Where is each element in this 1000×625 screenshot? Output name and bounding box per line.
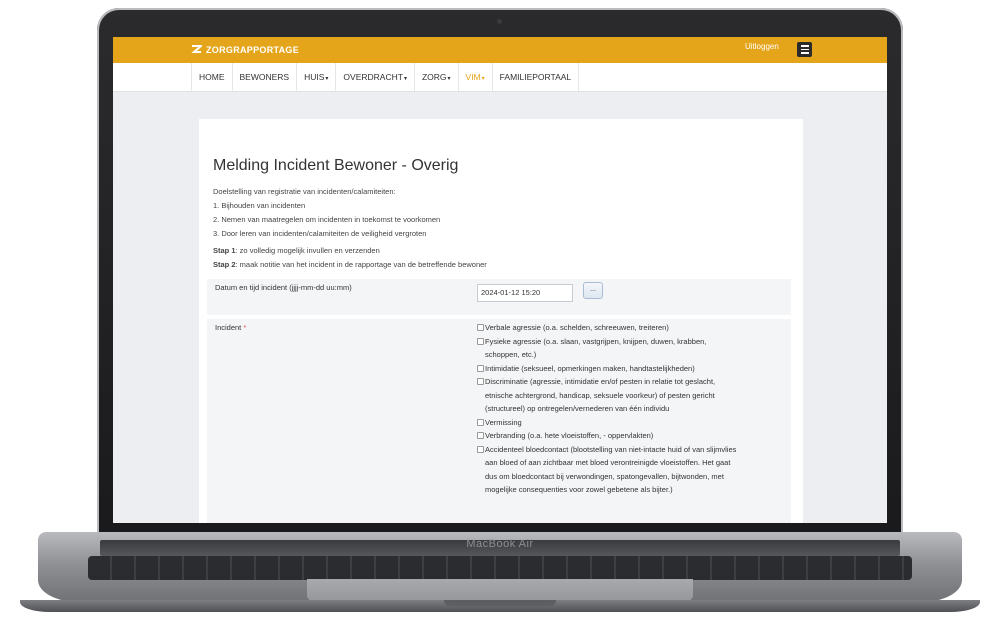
date-input[interactable]: 2024-01-12 15:20 [477, 284, 573, 302]
incident-option-label: Discriminatie (agressie, intimidatie en/… [485, 377, 716, 413]
caret-down-icon: ▾ [325, 76, 329, 82]
step-line: Stap 1: zo volledig mogelijk invullen en… [213, 244, 487, 258]
date-label: Datum en tijd incident (jjjj-mm-dd uu:mm… [215, 283, 352, 292]
incident-checkbox[interactable] [477, 337, 484, 345]
page-title: Melding Incident Bewoner - Overig [213, 157, 459, 174]
caret-down-icon: ▾ [447, 76, 451, 82]
incident-options: Verbale agressie (o.a. schelden, schreeu… [477, 321, 737, 497]
intro-line: Doelstelling van registratie van inciden… [213, 187, 396, 196]
incident-option: Accidenteel bloedcontact (blootstelling … [477, 443, 737, 497]
keyboard [88, 556, 912, 580]
nav-item-label: HOME [199, 72, 225, 82]
incident-option-label: Fysieke agressie (o.a. slaan, vastgrijpe… [485, 336, 707, 360]
nav-item-label: OVERDRACHT [343, 72, 403, 82]
nav-item-label: HUIS [304, 72, 325, 82]
logout-link[interactable]: Uitloggen [745, 42, 779, 51]
step-label: Stap 1 [213, 246, 236, 255]
main-nav: HOME BEWONERS HUIS▾ OVERDRACHT▾ ZORG▾ VIM▾ FAM… [113, 63, 887, 92]
trackpad [307, 579, 693, 601]
step-label: Stap 2 [213, 260, 236, 269]
incident-option: Verbranding (o.a. hete vloeistoffen, - o… [477, 429, 737, 443]
brand-name: ZORGRAPPORTAGE [206, 44, 300, 55]
intro-line: 2. Nemen van maatregelen om incidenten i… [213, 215, 441, 224]
intro-line: 1. Bijhouden van incidenten [213, 201, 306, 210]
incident-option-label: Accidenteel bloedcontact (blootstelling … [485, 444, 737, 495]
nav-item-zorg[interactable]: ZORG▾ [415, 63, 459, 91]
nav-item-label: FAMILIEPORTAAL [499, 72, 572, 82]
incident-option-label: Verbranding (o.a. hete vloeistoffen, - o… [485, 431, 654, 440]
nav-item-label: VIM [465, 72, 481, 82]
incident-option-label: Intimidatie (seksueel, opmerkingen maken… [485, 363, 695, 373]
incident-checkbox[interactable] [477, 432, 484, 439]
nav-items: HOME BEWONERS HUIS▾ OVERDRACHT▾ ZORG▾ VIM▾ FAM… [191, 63, 580, 91]
hamburger-menu-icon[interactable] [797, 42, 812, 57]
incident-checkbox[interactable] [477, 378, 484, 385]
nav-item-familieportaal[interactable]: FAMILIEPORTAAL [493, 63, 580, 91]
steps: Stap 1: zo volledig mogelijk invullen en… [213, 244, 487, 272]
incident-checkbox[interactable] [477, 418, 484, 426]
nav-item-vim[interactable]: VIM▾ [459, 63, 493, 91]
nav-item-huis[interactable]: HUIS▾ [297, 63, 337, 91]
date-row: Datum en tijd incident (jjjj-mm-dd uu:mm… [207, 279, 791, 315]
incident-option: Fysieke agressie (o.a. slaan, vastgrijpe… [477, 335, 737, 362]
incident-checkbox[interactable] [477, 364, 484, 372]
incident-option: Verbale agressie (o.a. schelden, schreeu… [477, 321, 737, 335]
incident-option: Discriminatie (agressie, intimidatie en/… [477, 375, 737, 416]
lid-notch [444, 600, 556, 606]
incident-row: Incident * Verbale agressie (o.a. scheld… [207, 319, 791, 523]
step-text: : zo volledig mogelijk invullen en verze… [235, 246, 380, 255]
step-text: : maak notitie van het incident in de ra… [235, 260, 487, 269]
incident-checkbox[interactable] [477, 324, 484, 331]
logo-icon [191, 44, 204, 55]
required-marker: * [243, 323, 247, 332]
date-picker-button[interactable]: ... [583, 282, 603, 299]
nav-item-bewoners[interactable]: BEWONERS [233, 63, 298, 91]
step-line: Stap 2: maak notitie van het incident in… [213, 258, 487, 272]
intro-line: 3. Door leren van incidenten/calamiteite… [213, 229, 427, 238]
nav-item-label: ZORG [421, 72, 447, 82]
form-card: Melding Incident Bewoner - Overig Doelst… [199, 119, 803, 523]
incident-option-label: Vermissing [485, 417, 522, 427]
caret-down-icon: ▾ [481, 76, 485, 82]
camera-icon [497, 19, 502, 24]
nav-item-home[interactable]: HOME [192, 63, 233, 91]
brand-logo[interactable]: ZORGRAPPORTAGE [191, 44, 299, 55]
screen: ZORGRAPPORTAGE Uitloggen HOME BEWONERS HUI… [113, 37, 887, 523]
incident-option: Vermissing [477, 416, 737, 430]
incident-option: Intimidatie (seksueel, opmerkingen maken… [477, 362, 737, 376]
incident-checkbox[interactable] [477, 445, 484, 453]
nav-item-overdracht[interactable]: OVERDRACHT▾ [336, 63, 415, 91]
intro-text: Doelstelling van registratie van inciden… [213, 185, 440, 241]
nav-item-label: BEWONERS [239, 72, 290, 82]
incident-option-label: Verbale agressie (o.a. schelden, schreeu… [485, 323, 669, 332]
incident-label-text: Incident [215, 323, 242, 332]
incident-label: Incident * [215, 323, 246, 332]
model-label: MacBook Air [466, 538, 534, 550]
caret-down-icon: ▾ [403, 76, 407, 82]
top-bar: ZORGRAPPORTAGE Uitloggen [113, 37, 887, 63]
